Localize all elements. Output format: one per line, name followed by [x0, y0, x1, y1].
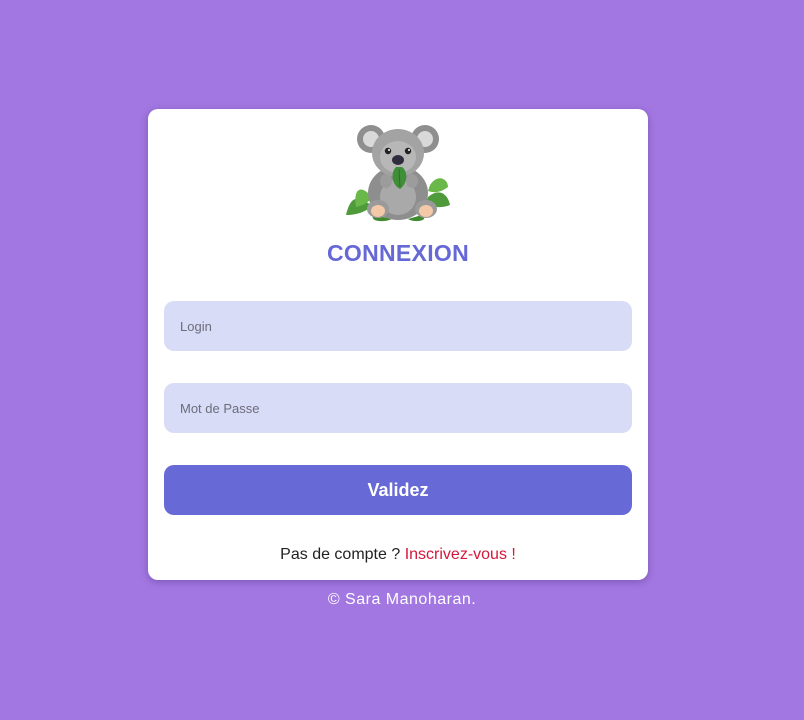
submit-button[interactable]: Validez [164, 465, 632, 515]
signup-prompt: Pas de compte ? Inscrivez-vous ! [148, 546, 648, 564]
password-input[interactable] [164, 383, 632, 433]
page-title: CONNEXION [327, 240, 469, 266]
login-card: CONNEXION Validez Pas de compte ? Inscri… [148, 109, 648, 580]
footer-copyright: © Sara Manoharan. [327, 591, 477, 608]
login-input[interactable] [164, 301, 632, 351]
signup-link[interactable]: Inscrivez-vous ! [405, 546, 516, 563]
signup-prompt-text: Pas de compte ? [280, 546, 405, 563]
koala-icon [346, 125, 450, 222]
